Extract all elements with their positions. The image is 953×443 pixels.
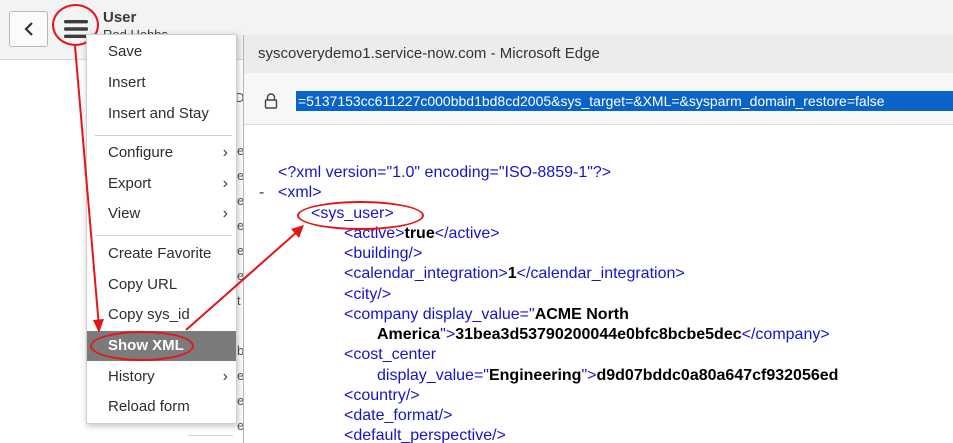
xml-line-cost-center: <cost_center xyxy=(344,346,437,363)
browser-title-bar: syscoverydemo1.service-now.com - Microso… xyxy=(244,35,953,73)
back-arrow-icon xyxy=(23,22,33,36)
background-text-fragment: t xyxy=(237,293,241,308)
menu-item-copy-url[interactable]: Copy URL xyxy=(87,270,236,300)
menu-item-label: Reload form xyxy=(108,398,190,415)
menu-item-label: Copy URL xyxy=(108,276,178,293)
chevron-right-icon: › xyxy=(222,205,228,222)
menu-item-view[interactable]: View › xyxy=(87,199,236,229)
xml-line-calendar-integration: <calendar_integration>1</calendar_integr… xyxy=(344,265,685,282)
menu-item-label: Copy sys_id xyxy=(108,306,190,323)
menu-item-label: Configure xyxy=(108,144,174,161)
form-title: User xyxy=(103,9,137,26)
menu-item-configure[interactable]: Configure › xyxy=(87,138,236,168)
xml-line-country: <country/> xyxy=(344,387,420,404)
menu-item-label: Insert and Stay xyxy=(108,105,209,122)
address-bar[interactable]: =5137153cc611227c000bbd1bd8cd2005&sys_ta… xyxy=(244,73,953,125)
xml-line-default-perspective: <default_perspective/> xyxy=(344,427,506,443)
form-context-menu: Save Insert Insert and Stay Configure › E… xyxy=(86,34,237,424)
menu-item-export[interactable]: Export › xyxy=(87,169,236,199)
xml-line-company: <company display_value="ACME North xyxy=(344,306,629,323)
annotation-circle-sys-user xyxy=(297,201,424,230)
xml-line-cost-center-cont: display_value="Engineering">d9d07bddc0a8… xyxy=(377,367,839,384)
background-divider xyxy=(188,435,233,436)
url-text-selected[interactable]: =5137153cc611227c000bbd1bd8cd2005&sys_ta… xyxy=(296,91,953,111)
menu-item-label: Create Favorite xyxy=(108,245,212,262)
menu-item-label: Save xyxy=(108,43,143,60)
menu-item-reload-form[interactable]: Reload form xyxy=(87,392,236,422)
xml-declaration: <?xml version="1.0" encoding="ISO-8859-1… xyxy=(278,164,612,181)
collapse-toggle[interactable]: - xyxy=(259,183,264,203)
xml-root-tag: <xml> xyxy=(278,184,322,201)
xml-line-city: <city/> xyxy=(344,286,392,303)
menu-separator xyxy=(95,235,232,236)
annotation-circle-show-xml xyxy=(90,331,194,361)
xml-line-date-format: <date_format/> xyxy=(344,407,453,424)
menu-item-create-favorite[interactable]: Create Favorite xyxy=(87,239,236,269)
menu-item-insert-and-stay[interactable]: Insert and Stay xyxy=(87,99,236,129)
menu-item-label: Insert xyxy=(108,74,146,91)
menu-item-history[interactable]: History › xyxy=(87,362,236,392)
chevron-right-icon: › xyxy=(222,144,228,161)
menu-item-label: History xyxy=(108,368,155,385)
xml-line-building: <building/> xyxy=(344,245,423,262)
browser-window: syscoverydemo1.service-now.com - Microso… xyxy=(243,35,953,443)
menu-item-copy-sys-id[interactable]: Copy sys_id xyxy=(87,300,236,330)
menu-item-label: Export xyxy=(108,175,152,192)
back-button[interactable] xyxy=(9,11,48,47)
menu-item-insert[interactable]: Insert xyxy=(87,68,236,98)
menu-separator xyxy=(95,135,232,136)
menu-item-save[interactable]: Save xyxy=(87,37,236,67)
xml-line-company-cont: America">31bea3d53790200044e0bfc8bcbe5de… xyxy=(377,326,830,343)
menu-item-label: View xyxy=(108,205,141,222)
chevron-right-icon: › xyxy=(222,368,228,385)
xml-viewer: <?xml version="1.0" encoding="ISO-8859-1… xyxy=(244,125,953,443)
chevron-right-icon: › xyxy=(222,175,228,192)
lock-icon xyxy=(264,93,278,109)
